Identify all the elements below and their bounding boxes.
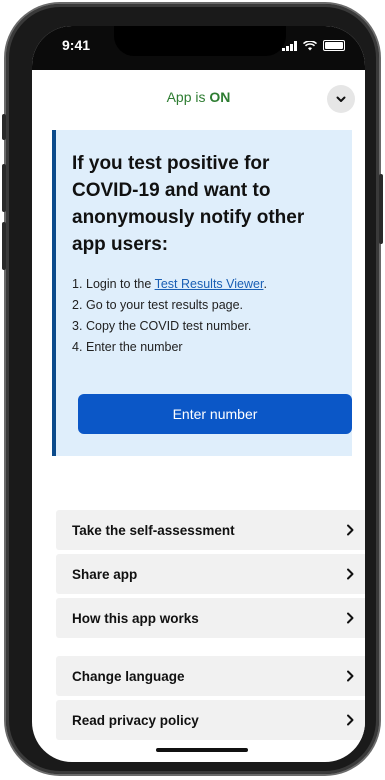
volume-up-button <box>2 164 6 212</box>
status-icons <box>282 40 345 51</box>
chevron-right-icon <box>347 670 354 682</box>
card-title: If you test positive for COVID-19 and wa… <box>72 153 305 255</box>
menu-item-change-language[interactable]: Change language <box>56 656 365 696</box>
menu-item-label: Change language <box>72 668 185 684</box>
battery-icon <box>323 40 345 51</box>
status-bar: 9:41 <box>32 26 365 70</box>
status-time: 9:41 <box>62 37 91 53</box>
menu-primary: Take the self-assessment Share app How t… <box>56 510 365 642</box>
app-status-value: ON <box>209 89 231 105</box>
chevron-right-icon <box>347 714 354 726</box>
notify-card: If you test positive for COVID-19 and wa… <box>52 130 352 456</box>
wifi-icon <box>303 40 317 50</box>
phone-frame: 9:41 App is ON If you test positive for … <box>2 4 383 774</box>
step-text: Copy the COVID test number. <box>86 319 252 333</box>
chevron-right-icon <box>347 524 354 536</box>
step-item: 3. Copy the COVID test number. <box>72 316 336 337</box>
menu-item-how-app-works[interactable]: How this app works <box>56 598 365 638</box>
enter-number-button[interactable]: Enter number <box>78 394 352 434</box>
app-status: App is ON <box>32 89 365 105</box>
chevron-right-icon <box>347 568 354 580</box>
step-item: 2. Go to your test results page. <box>72 295 336 316</box>
menu-secondary: Change language Read privacy policy <box>56 656 365 744</box>
step-number: 3. <box>72 319 83 333</box>
menu-item-self-assessment[interactable]: Take the self-assessment <box>56 510 365 550</box>
step-text: Login to the Test Results Viewer. <box>86 277 267 291</box>
collapse-button[interactable] <box>327 85 355 113</box>
step-item: 1. Login to the Test Results Viewer. <box>72 274 336 295</box>
step-text: Go to your test results page. <box>86 298 244 312</box>
step-number: 1. <box>72 277 83 291</box>
screen: 9:41 App is ON If you test positive for … <box>32 26 365 762</box>
test-results-viewer-link[interactable]: Test Results Viewer <box>155 277 264 291</box>
step-number: 4. <box>72 340 83 354</box>
menu-item-label: Share app <box>72 566 138 582</box>
menu-item-label: How this app works <box>72 610 199 626</box>
notch <box>114 26 286 56</box>
app-header: App is ON <box>32 76 365 124</box>
menu-item-label: Take the self-assessment <box>72 522 235 538</box>
step-number: 2. <box>72 298 83 312</box>
mute-switch <box>2 114 6 140</box>
volume-down-button <box>2 222 6 270</box>
power-button <box>379 174 383 244</box>
home-indicator[interactable] <box>156 748 248 752</box>
chevron-right-icon <box>347 612 354 624</box>
menu-item-privacy-policy[interactable]: Read privacy policy <box>56 700 365 740</box>
step-item: 4. Enter the number <box>72 337 336 358</box>
menu-item-label: Read privacy policy <box>72 712 199 728</box>
menu-item-share-app[interactable]: Share app <box>56 554 365 594</box>
step-text: Enter the number <box>86 340 183 354</box>
app-status-label: App is <box>166 89 210 105</box>
chevron-down-icon <box>336 96 346 102</box>
signal-icon <box>282 40 297 51</box>
steps-list: 1. Login to the Test Results Viewer. 2. … <box>72 274 336 358</box>
